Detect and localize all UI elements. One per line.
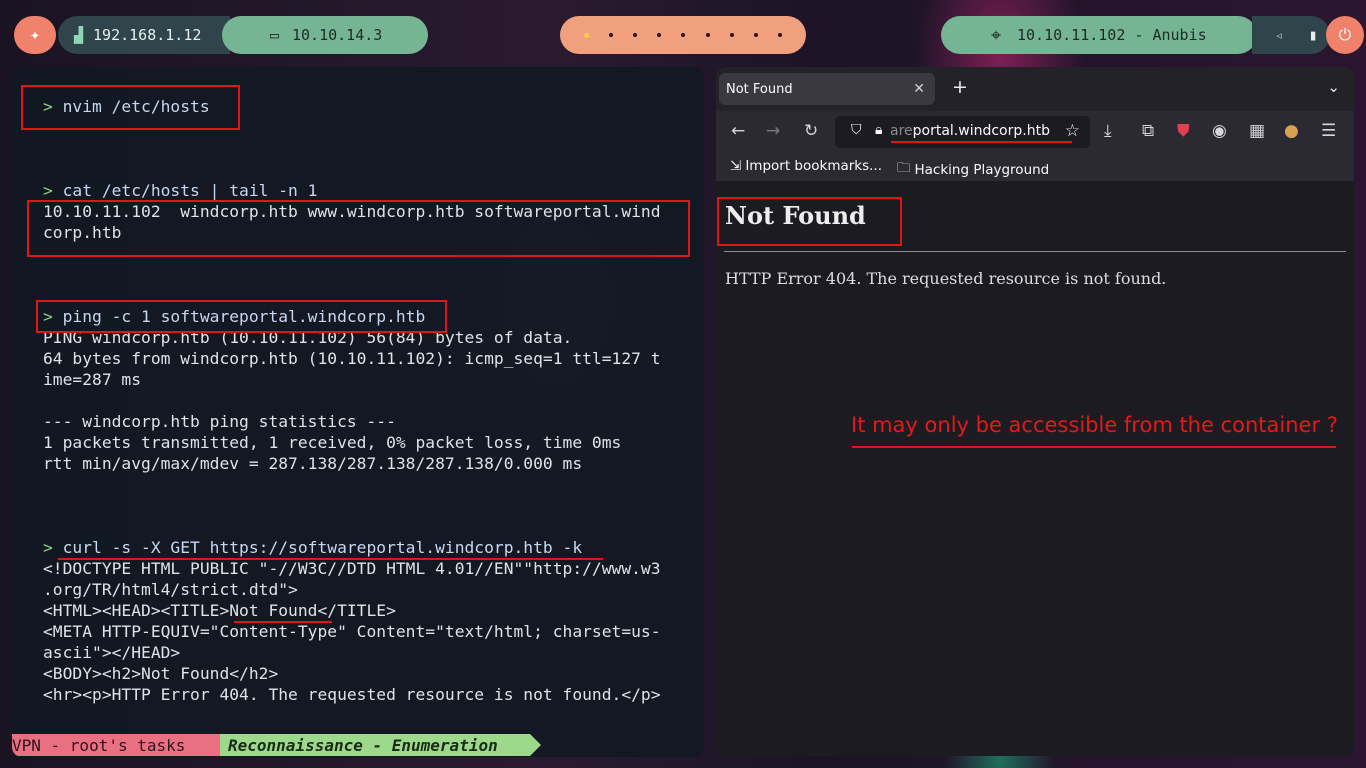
workspace-dot-active[interactable] — [584, 32, 590, 38]
page-divider — [724, 251, 1346, 252]
close-tab-icon[interactable]: ✕ — [913, 81, 925, 97]
extensions-icon[interactable]: ⧉ — [1142, 121, 1154, 141]
terminal-line: <hr><p>HTTP Error 404. The requested res… — [43, 685, 661, 704]
power-icon: ⏻ — [1338, 25, 1352, 44]
workspace-dot[interactable] — [657, 33, 662, 37]
list-tabs-chevron-icon[interactable]: ⌄ — [1327, 78, 1340, 96]
system-tray: ◃ ▮ — [1252, 16, 1330, 54]
page-content: Not Found HTTP Error 404. The requested … — [716, 181, 1354, 756]
import-icon: ⇲ — [730, 158, 742, 174]
foxyproxy-icon[interactable]: ◉ — [1212, 121, 1227, 141]
workspace-dot[interactable] — [705, 33, 710, 37]
menu-icon[interactable]: ☰ — [1321, 121, 1336, 141]
power-button[interactable]: ⏻ — [1326, 16, 1364, 54]
url-text[interactable]: areportal.windcorp.htb — [890, 123, 1050, 139]
target-text: 10.10.11.102 - Anubis — [1017, 26, 1207, 44]
target-widget: ⌖ 10.10.11.102 - Anubis — [941, 16, 1257, 54]
workspace-dot[interactable] — [777, 33, 782, 37]
terminal-line: 1 packets transmitted, 1 received, 0% pa… — [43, 433, 622, 452]
battery-icon: ▮ — [1308, 26, 1318, 44]
tab-not-found[interactable]: Not Found ✕ — [719, 73, 935, 105]
qr-icon[interactable]: ▦ — [1249, 121, 1265, 141]
folder-icon: 🗀︎ — [897, 160, 911, 176]
terminal-line: --- windcorp.htb ping statistics --- — [43, 412, 396, 431]
status-session: VPN - root's tasks — [12, 734, 220, 756]
heading-highlight-box — [717, 197, 902, 246]
annotation-note: It may only be accessible from the conta… — [851, 413, 1338, 437]
highlight-box — [36, 300, 447, 333]
terminal-line: <!DOCTYPE HTML PUBLIC "-//W3C//DTD HTML … — [43, 559, 661, 578]
tmux-status-bar: VPN - root's tasks Reconnaissance - Enum… — [12, 734, 541, 756]
vpn-ip-text: 10.10.14.3 — [292, 26, 383, 44]
browser-window: Not Found ✕ + ⌄ ← → ↻ ⛉ 🔒︎ areportal.wind… — [716, 67, 1354, 756]
forward-icon[interactable]: → — [766, 121, 780, 141]
title-underline — [234, 621, 332, 623]
nav-toolbar: ← → ↻ ⛉ 🔒︎ areportal.windcorp.htb ☆ ⤓ ⧉ … — [716, 111, 1354, 153]
new-tab-button[interactable]: + — [952, 76, 968, 98]
laptop-icon: ▭ — [270, 26, 280, 44]
terminal-window[interactable]: > nvim /etc/hosts > cat /etc/hosts | tai… — [12, 67, 704, 757]
url-bar[interactable]: ⛉ 🔒︎ areportal.windcorp.htb ☆ — [835, 116, 1090, 148]
shield-icon[interactable]: ⛉ — [851, 122, 862, 138]
workspace-dot[interactable] — [609, 33, 614, 37]
command-underline — [58, 558, 603, 560]
terminal-line: > cat /etc/hosts | tail -n 1 — [43, 181, 318, 200]
volume-icon[interactable]: ◃ — [1274, 26, 1283, 44]
ublock-icon[interactable]: ⛊ — [1177, 121, 1190, 141]
tab-bar: Not Found ✕ + ⌄ — [716, 67, 1354, 111]
highlight-box — [21, 85, 240, 130]
terminal-line: <BODY><h2>Not Found</h2> — [43, 664, 279, 683]
lock-icon[interactable]: 🔒︎ — [875, 122, 882, 138]
status-window: Reconnaissance - Enumeration — [220, 734, 541, 756]
bookmark-folder-hacking-playground[interactable]: 🗀︎ Hacking Playground — [897, 158, 1049, 181]
back-icon[interactable]: ← — [731, 121, 745, 141]
url-underline — [891, 141, 1072, 143]
bookmarks-bar: ⇲ Import bookmarks... 🗀︎ Hacking Playgroun… — [716, 153, 1354, 181]
terminal-line: rtt min/avg/max/mdev = 287.138/287.138/2… — [43, 454, 583, 473]
highlight-box — [27, 200, 690, 257]
lan-ip-text: 192.168.1.12 — [93, 26, 202, 44]
launcher-logo-button[interactable]: ✦ — [14, 16, 56, 54]
crosshair-icon: ⌖ — [991, 24, 1002, 46]
reload-icon[interactable]: ↻ — [804, 121, 818, 141]
terminal-line: 64 bytes from windcorp.htb (10.10.11.102… — [43, 349, 661, 368]
terminal-line: <META HTTP-EQUIV="Content-Type" Content=… — [43, 622, 661, 641]
terminal-line: <HTML><HEAD><TITLE>Not Found</TITLE> — [43, 601, 396, 620]
bookmark-star-icon[interactable]: ☆ — [1065, 121, 1080, 141]
terminal-line: ascii"></HEAD> — [43, 643, 181, 662]
vpn-ip-widget: ▭ 10.10.14.3 — [222, 16, 428, 54]
lan-ip-widget: ▟ 192.168.1.12 — [58, 16, 230, 54]
workspace-dot[interactable] — [753, 33, 758, 37]
downloads-icon[interactable]: ⤓ — [1104, 121, 1112, 141]
terminal-line: ime=287 ms — [43, 370, 142, 389]
workspace-dot[interactable] — [681, 33, 686, 37]
workspace-dot[interactable] — [633, 33, 638, 37]
terminal-line: .org/TR/html4/strict.dtd"> — [43, 580, 298, 599]
terminal-line: > curl -s -X GET https://softwareportal.… — [43, 538, 583, 557]
page-error-text: HTTP Error 404. The requested resource i… — [725, 269, 1167, 288]
workspace-switcher[interactable] — [560, 16, 806, 54]
network-icon: ▟ — [74, 26, 84, 44]
cookie-icon[interactable]: ● — [1284, 121, 1299, 141]
import-bookmarks-item[interactable]: ⇲ Import bookmarks... — [730, 158, 882, 174]
distro-logo-icon: ✦ — [29, 25, 41, 45]
annotation-underline — [852, 446, 1336, 448]
workspace-dot[interactable] — [729, 33, 734, 37]
